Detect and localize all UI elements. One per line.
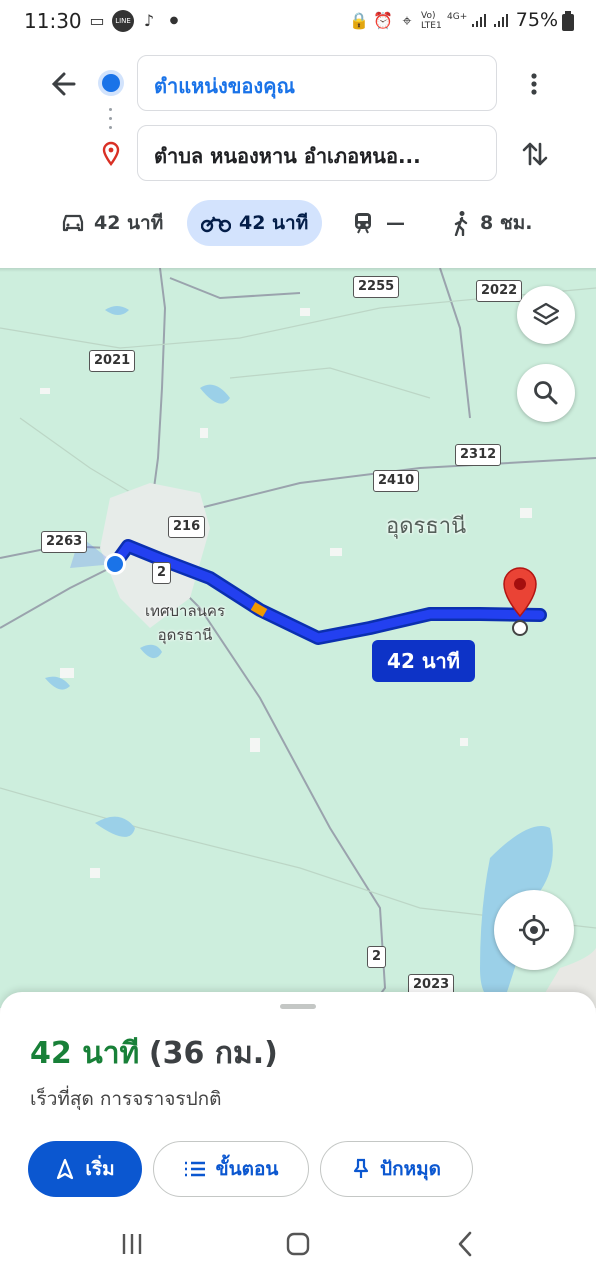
road-sign: 2263 <box>41 531 88 553</box>
header-shadow <box>0 268 596 272</box>
mode-motorcycle-tab[interactable]: 42 นาที <box>187 200 323 246</box>
mode-walk-tab[interactable]: 8 ชม. <box>450 200 532 246</box>
drag-handle[interactable] <box>280 1004 316 1009</box>
train-icon <box>355 213 371 234</box>
layers-icon <box>532 302 560 326</box>
mode-car-label: 42 นาที <box>94 212 164 234</box>
road-sign: 2022 <box>476 280 523 302</box>
pin-button[interactable]: ปักหมุด <box>320 1141 473 1197</box>
mode-transit-tab[interactable]: — <box>352 200 405 246</box>
steps-label: ขั้นตอน <box>215 1158 279 1180</box>
map-view[interactable]: 2255 2022 2021 2312 2410 216 2263 2 2 20… <box>0 268 596 1008</box>
signal-icon <box>472 14 486 27</box>
route-connector-icon <box>109 108 113 130</box>
route-subtitle: เร็วที่สุด การจราจรปกติ <box>30 1088 222 1110</box>
layers-button[interactable] <box>517 286 575 344</box>
network-type: 4G+ <box>447 12 468 22</box>
search-icon <box>534 381 558 405</box>
destination-field[interactable]: ตำบล หนองหาน อำเภอหนอ... <box>137 125 497 181</box>
origin-text: ตำแหน่งของคุณ <box>154 74 296 98</box>
more-notifications-icon: ● <box>169 15 179 26</box>
map-canvas <box>0 268 596 1008</box>
pin-label: ปักหมุด <box>380 1158 441 1180</box>
alarm-icon: ⏰ <box>373 11 393 30</box>
road-sign: 2312 <box>455 444 502 466</box>
voicemail-icon: ▭ <box>89 11 105 30</box>
city-label-line1: เทศบาลนคร <box>144 602 226 620</box>
signal-2-icon <box>494 14 508 27</box>
status-bar: 11:30 ▭ LINE ♪ ● 🔒 ⏰ ⌖ Vo) LTE1 4G+ 75% <box>0 0 596 44</box>
crosshair-icon <box>519 915 549 945</box>
road-sign: 2021 <box>89 350 136 372</box>
eta-time: 42 นาที <box>30 1036 140 1071</box>
start-label: เริ่ม <box>85 1158 115 1180</box>
back-arrow-icon[interactable] <box>44 66 84 102</box>
mode-transit-label: — <box>386 212 405 234</box>
status-time: 11:30 <box>24 9 82 33</box>
list-icon <box>184 1161 205 1177</box>
mode-car-tab[interactable]: 42 นาที <box>60 200 163 246</box>
city-label-line2: อุดรธานี <box>157 626 213 644</box>
road-sign: 2255 <box>353 276 400 298</box>
walking-icon <box>454 211 468 236</box>
line-app-icon: LINE <box>112 10 134 32</box>
steps-button[interactable]: ขั้นตอน <box>153 1141 309 1197</box>
destination-text: ตำบล หนองหาน อำเภอหนอ... <box>154 144 421 168</box>
motorcycle-icon <box>201 216 231 233</box>
lock-icon: 🔒 <box>349 11 369 30</box>
navigation-arrow-icon <box>57 1158 74 1180</box>
start-button[interactable]: เริ่ม <box>28 1141 142 1197</box>
battery-icon <box>562 11 574 31</box>
route-duration-label[interactable]: 42 นาที <box>372 640 475 682</box>
origin-dot-icon <box>102 74 120 92</box>
mode-motorcycle-label: 42 นาที <box>239 212 309 234</box>
home-icon[interactable] <box>278 1228 318 1260</box>
road-sign: 2 <box>367 946 387 968</box>
mode-walk-label: 8 ชม. <box>480 212 533 234</box>
swap-directions-icon[interactable] <box>518 136 552 172</box>
road-sign: 2 <box>152 562 172 584</box>
location-icon: ⌖ <box>402 11 412 30</box>
pushpin-icon <box>353 1158 369 1178</box>
road-sign: 2410 <box>373 470 420 492</box>
tiktok-icon: ♪ <box>143 11 155 30</box>
volte-indicator: Vo) LTE1 <box>421 11 442 31</box>
my-location-button[interactable] <box>494 890 574 970</box>
destination-pin-icon <box>102 141 120 166</box>
recent-apps-icon[interactable] <box>112 1228 152 1260</box>
route-eta: 42 นาที (36 กม.) <box>30 1030 278 1077</box>
car-icon <box>62 214 84 232</box>
road-sign: 216 <box>168 516 206 538</box>
city-label: เทศบาลนคร อุดรธานี <box>140 599 230 647</box>
battery-percent: 75% <box>515 9 558 31</box>
province-label: อุดรธานี <box>386 514 467 539</box>
origin-field[interactable]: ตำแหน่งของคุณ <box>137 55 497 111</box>
eta-distance: (36 กม.) <box>148 1036 278 1071</box>
more-options-icon[interactable] <box>522 66 546 102</box>
search-along-route-button[interactable] <box>517 364 575 422</box>
back-nav-icon[interactable] <box>446 1228 486 1260</box>
